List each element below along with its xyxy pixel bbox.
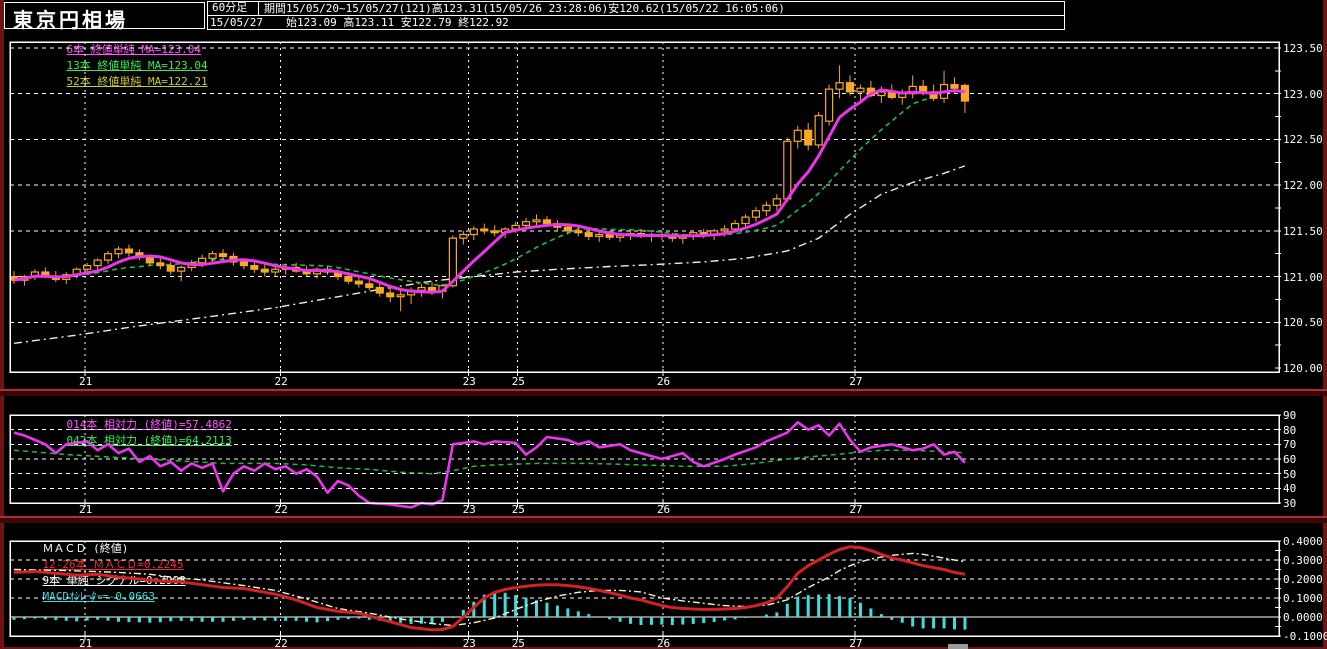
day-axis-label: 22 [274,375,288,388]
rsi-axis-label: 50 [1283,467,1297,481]
rsi-axis-label: 80 [1283,423,1297,437]
day-axis-label: 23 [462,375,476,388]
day-axis-label: 26 [656,375,671,388]
price-axis-label: 122.00 [1283,179,1323,193]
day-axis-label: 21 [79,637,93,649]
charts-svg [9,41,1281,640]
price-axis-label: 120.00 [1283,362,1323,375]
macd-axis-label: 0.3000 [1283,554,1323,567]
day-axis-label: 21 [79,503,93,516]
macd-axis-label: 0.0000 [1283,611,1323,624]
day-axis-label: 22 [274,503,288,516]
price-axis-label: 120.50 [1283,316,1323,330]
macd-histogram [12,591,967,630]
price-axis-label: 121.50 [1283,224,1323,238]
day-axis-label: 27 [849,637,863,649]
day-axis-label: 23 [462,503,476,516]
price-axis-label: 123.00 [1283,87,1323,101]
macd-axis-label: 0.4000 [1283,535,1323,548]
day-axis-label: 21 [79,375,93,388]
day-axis-label: 27 [849,375,863,388]
rsi-chart[interactable] [9,414,1281,509]
app-window: 東京円相場 60分足 期間15/05/20~15/05/27(121)高123.… [0,0,1327,649]
price-axis-label: 123.50 [1283,42,1323,55]
rsi-axis-label: 60 [1283,453,1297,466]
day-axis-label: 23 [462,637,476,649]
macd-axis-label: 0.2000 [1283,573,1323,586]
price-axis-label: 121.00 [1283,270,1323,284]
day-axis-label: 26 [656,503,671,516]
price-chart[interactable] [9,41,1281,376]
macd-axis-label: -0.1000 [1283,630,1327,643]
scrollbar-thumb[interactable] [948,644,968,649]
rsi-axis-label: 40 [1283,482,1297,496]
rsi-axis-label: 70 [1283,438,1297,452]
day-axis-label: 27 [849,503,863,516]
rsi-axis-label: 90 [1283,409,1297,422]
day-axis-label: 26 [656,637,671,649]
day-axis-label: 22 [274,637,288,649]
macd-axis-label: 0.1000 [1283,592,1323,605]
price-axis-label: 122.50 [1283,133,1323,147]
day-axis-label: 25 [511,375,525,388]
rsi-axis-label: 30 [1283,497,1297,510]
day-axis-label: 25 [511,637,525,649]
day-axis-label: 25 [511,503,525,516]
macd-chart[interactable] [9,540,1281,640]
